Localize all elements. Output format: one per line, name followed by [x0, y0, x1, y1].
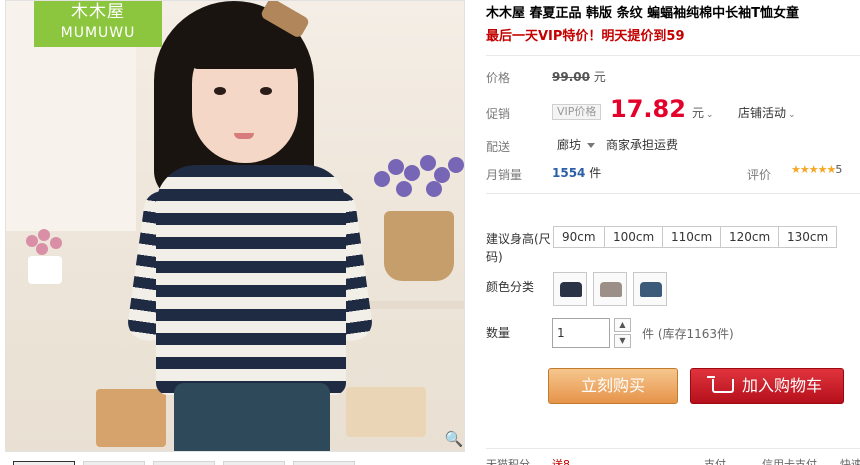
size-option[interactable]: 120cm	[720, 226, 780, 248]
add-to-cart-label: 加入购物车	[741, 376, 822, 395]
white-vase	[28, 256, 62, 284]
brand-logo-cn: 木木屋	[71, 2, 125, 22]
rating-label: 评价	[747, 168, 772, 182]
chevron-down-icon: ⌄	[706, 110, 714, 120]
stock-info: 件 (库存1163件)	[642, 327, 734, 341]
product-info-panel: 木木屋 春夏正品 韩版 条纹 蝙蝠袖纯棉中长袖T恤女童 最后一天VIP特价！明天…	[486, 0, 860, 465]
add-to-cart-button[interactable]: 加入购物车	[690, 368, 844, 404]
promo-text: 最后一天VIP特价！明天提价到59	[486, 29, 685, 44]
sales-label: 月销量	[486, 168, 523, 182]
flower-basket	[384, 211, 454, 281]
size-option[interactable]: 130cm	[778, 226, 838, 248]
star-icon: ★	[791, 163, 801, 176]
shipping-note: 商家承担运费	[606, 138, 679, 152]
sales-count: 1554	[552, 166, 586, 180]
product-title: 木木屋 春夏正品 韩版 条纹 蝙蝠袖纯棉中长袖T恤女童	[486, 6, 799, 21]
star-icon: ★	[817, 163, 828, 176]
price-unit-dropdown[interactable]: 元 ⌄	[692, 104, 714, 121]
shipping-label: 配送	[486, 140, 511, 154]
quantity-label: 数量	[486, 326, 511, 340]
thumbnail-strip	[5, 455, 465, 465]
promo-label: 促销	[486, 107, 511, 121]
vip-price: 17.82	[610, 95, 686, 123]
store-activity-dropdown[interactable]: 店铺活动 ⌄	[738, 104, 796, 121]
eye-left	[214, 87, 226, 95]
divider	[486, 193, 860, 194]
rating-stars[interactable]: ★★★★★5	[791, 163, 842, 176]
store-activity-label: 店铺活动	[738, 106, 787, 120]
thumbnail[interactable]	[13, 461, 75, 465]
size-option[interactable]: 90cm	[553, 226, 605, 248]
currency-unit: 元	[593, 70, 606, 84]
sales-unit: 件	[589, 166, 602, 180]
price-unit-label: 元	[692, 106, 705, 120]
monthly-sales: 1554 件	[552, 164, 601, 181]
quantity-input[interactable]	[552, 318, 610, 348]
divider	[486, 55, 860, 56]
credit-card-label: 信用卡支付	[762, 458, 817, 465]
buy-now-button[interactable]: 立刻购买	[548, 368, 678, 404]
price-label: 价格	[486, 71, 511, 85]
size-label: 建议身高(尺码)	[486, 232, 551, 264]
shopping-cart-icon	[706, 376, 734, 393]
pink-flowers	[24, 229, 68, 259]
color-swatch[interactable]	[553, 272, 587, 306]
eye-right	[260, 87, 272, 95]
decor-box	[346, 387, 426, 437]
rating-text: 5	[835, 163, 843, 176]
chevron-down-icon: ⌄	[788, 110, 796, 120]
bottom-info-row: 天猫积分 送8 支付 信用卡支付 快速	[486, 456, 860, 465]
thumbnail[interactable]	[223, 461, 285, 465]
dropdown-arrow-icon	[587, 143, 596, 148]
striped-shirt	[156, 165, 346, 395]
original-price: 99.00 元	[552, 68, 606, 85]
size-option[interactable]: 100cm	[604, 226, 664, 248]
points-value: 送8	[552, 458, 570, 465]
size-option[interactable]: 110cm	[662, 226, 722, 248]
shipping-city-select[interactable]: 廊坊	[557, 136, 596, 153]
mouth	[234, 133, 254, 139]
color-swatch[interactable]	[633, 272, 667, 306]
points-label: 天猫积分	[486, 458, 530, 465]
brand-logo: 木木屋 MUMUWU	[34, 1, 162, 47]
brand-logo-en: MUMUWU	[60, 25, 136, 41]
star-icon: ★	[799, 163, 810, 176]
star-icon: ★	[808, 163, 819, 176]
color-label: 颜色分类	[486, 280, 535, 294]
thumbnail[interactable]	[153, 461, 215, 465]
tshirt-icon	[560, 282, 582, 297]
quantity-increase-button[interactable]: ▲	[614, 318, 631, 332]
tshirt-icon	[600, 282, 622, 297]
thumbnail[interactable]	[83, 461, 145, 465]
tshirt-icon	[640, 282, 662, 297]
zoom-icon[interactable]: 🔍	[444, 429, 464, 449]
divider	[486, 448, 860, 449]
quantity-decrease-button[interactable]: ▼	[614, 334, 631, 348]
thumbnail[interactable]	[293, 461, 355, 465]
pay-label: 支付	[704, 458, 726, 465]
rush-label: 快速	[840, 458, 860, 465]
pants	[174, 383, 330, 451]
shipping-city: 廊坊	[557, 138, 582, 152]
product-main-image[interactable]: 木木屋 MUMUWU 🔍	[5, 0, 465, 452]
vip-price-tag: VIP价格	[552, 104, 602, 120]
original-price-value: 99.00	[552, 70, 590, 84]
color-swatch[interactable]	[593, 272, 627, 306]
wooden-box	[96, 389, 166, 447]
